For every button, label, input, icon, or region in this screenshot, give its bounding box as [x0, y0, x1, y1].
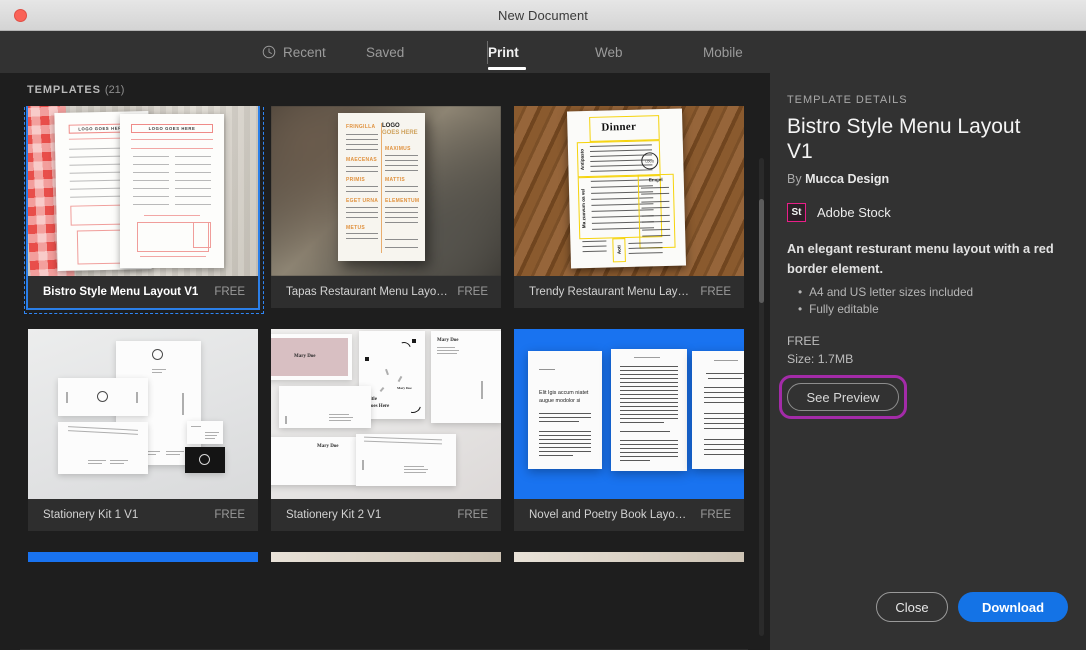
tab-saved-label: Saved: [366, 45, 404, 60]
thumb-logo-text-2: GOES HERE: [382, 130, 418, 136]
adobe-stock-icon: St: [787, 203, 806, 222]
thumb-dessert-label: Emgel: [642, 176, 670, 184]
template-details-pane: TEMPLATE DETAILS Bistro Style Menu Layou…: [770, 73, 1086, 650]
active-tab-indicator: [488, 67, 526, 70]
template-title: Trendy Restaurant Menu Layout...: [529, 286, 692, 298]
close-button[interactable]: Close: [876, 592, 948, 622]
template-title: Bistro Style Menu Layout V1: [43, 286, 206, 298]
template-card-bistro-style-menu[interactable]: LOGO GOES HERE: [28, 106, 258, 308]
tab-recent-label: Recent: [283, 45, 326, 60]
templates-scrollbar-track[interactable]: [759, 158, 764, 636]
tab-print-label: Print: [488, 45, 519, 60]
template-caption: Stationery Kit 2 V1 FREE: [271, 499, 501, 531]
details-size: Size: 1.7MB: [787, 352, 853, 366]
template-caption: Bistro Style Menu Layout V1 FREE: [28, 276, 258, 308]
template-caption: Trendy Restaurant Menu Layout... FREE: [514, 276, 744, 308]
template-price: FREE: [457, 509, 488, 521]
tab-mobile[interactable]: Mobile: [703, 31, 803, 73]
tab-web-label: Web: [595, 45, 623, 60]
template-thumbnail-bistro: LOGO GOES HERE: [28, 106, 258, 276]
tab-mobile-label: Mobile: [703, 45, 743, 60]
template-thumbnail-tapas: LOGO GOES HERE FRINGILLA MAECENAS: [271, 106, 501, 276]
thumb-antipasto-label: Antipasto: [578, 144, 587, 175]
template-card-novel-and-poetry-book[interactable]: Elit Igis accum niatet augue modolor si: [514, 329, 744, 531]
window-titlebar: New Document: [0, 0, 1086, 31]
templates-grid-scroll-area[interactable]: LOGO GOES HERE: [0, 106, 770, 641]
new-document-dialog: New Document Recent Saved Print: [0, 0, 1086, 650]
template-title: Tapas Restaurant Menu Layout V1: [286, 286, 449, 298]
template-card-stationery-kit-2[interactable]: Mary Doe Mary Doe: [271, 329, 501, 531]
details-author-line: By Mucca Design: [787, 172, 889, 186]
thumb-main-course-label: Ma zuovum oa vel: [579, 183, 588, 233]
template-price: FREE: [214, 286, 245, 298]
tab-saved[interactable]: Saved: [366, 31, 496, 73]
thumb-dinner-title: Dinner: [601, 121, 636, 134]
category-tabbar: Recent Saved Print Web Mobile: [0, 31, 1086, 73]
template-card-stationery-kit-1[interactable]: Stationery Kit 1 V1 FREE: [28, 329, 258, 531]
template-thumbnail-trendy: Dinner Antipasto LOGO: [514, 106, 744, 276]
templates-pane: TEMPLATES (21) LOGO GOES HERE: [0, 73, 770, 650]
template-thumbnail-stationery-1: [28, 329, 258, 499]
details-author: Mucca Design: [805, 172, 889, 186]
details-feature-list: A4 and US letter sizes included Fully ed…: [798, 284, 1068, 318]
thumb-name-label-2: Mary Doe: [437, 338, 459, 343]
template-caption: Tapas Restaurant Menu Layout V1 FREE: [271, 276, 501, 308]
template-thumbnail-novel: Elit Igis accum niatet augue modolor si: [514, 329, 744, 499]
window-title: New Document: [498, 8, 588, 23]
clock-icon: [262, 45, 276, 59]
download-button[interactable]: Download: [958, 592, 1068, 622]
details-feature-item: A4 and US letter sizes included: [798, 284, 1068, 301]
thumb-aperitivo-label: Aoti: [615, 241, 622, 259]
templates-scrollbar-thumb[interactable]: [759, 199, 764, 303]
details-description: An elegant resturant menu layout with a …: [787, 239, 1059, 279]
details-stock-label: Adobe Stock: [817, 205, 891, 220]
template-caption: Novel and Poetry Book Layout V1 FREE: [514, 499, 744, 531]
thumb-book-title: Elit Igis accum niatet augue modolor si: [539, 389, 593, 405]
see-preview-button[interactable]: See Preview: [787, 383, 899, 411]
tab-recent[interactable]: Recent: [262, 31, 366, 73]
details-section-label: TEMPLATE DETAILS: [787, 94, 908, 106]
thumb-logo-text: LOGO: [382, 123, 400, 129]
template-card-partial-2[interactable]: [271, 552, 501, 562]
template-card-tapas-restaurant-menu[interactable]: LOGO GOES HERE FRINGILLA MAECENAS: [271, 106, 501, 308]
template-card-trendy-restaurant-menu[interactable]: Dinner Antipasto LOGO: [514, 106, 744, 308]
template-title: Stationery Kit 1 V1: [43, 509, 206, 521]
template-price: FREE: [700, 286, 731, 298]
details-title: Bistro Style Menu Layout V1: [787, 114, 1045, 164]
template-price: FREE: [214, 509, 245, 521]
templates-count: (21): [105, 84, 125, 96]
thumb-name-label: Mary Doe: [294, 354, 316, 359]
close-window-button[interactable]: [14, 9, 27, 22]
details-feature-item: Fully editable: [798, 301, 1068, 318]
tab-web[interactable]: Web: [595, 31, 703, 73]
template-title: Novel and Poetry Book Layout V1: [529, 509, 692, 521]
tab-print[interactable]: Print: [488, 31, 595, 73]
template-card-partial-1[interactable]: [28, 552, 258, 562]
template-price: FREE: [457, 286, 488, 298]
thumb-logo-box-2: LOGO GOES HERE: [131, 124, 213, 133]
templates-label: TEMPLATES: [27, 84, 101, 96]
template-price: FREE: [700, 509, 731, 521]
details-stock-row: St Adobe Stock: [787, 203, 891, 222]
template-title: Stationery Kit 2 V1: [286, 509, 449, 521]
template-caption: Stationery Kit 1 V1 FREE: [28, 499, 258, 531]
templates-section-header: TEMPLATES (21): [27, 84, 124, 96]
thumb-name-label-3: Mary Doe: [317, 444, 339, 449]
details-price: FREE: [787, 334, 820, 348]
details-by-prefix: By: [787, 172, 805, 186]
template-thumbnail-stationery-2: Mary Doe Mary Doe: [271, 329, 501, 499]
template-card-partial-3[interactable]: [514, 552, 744, 562]
